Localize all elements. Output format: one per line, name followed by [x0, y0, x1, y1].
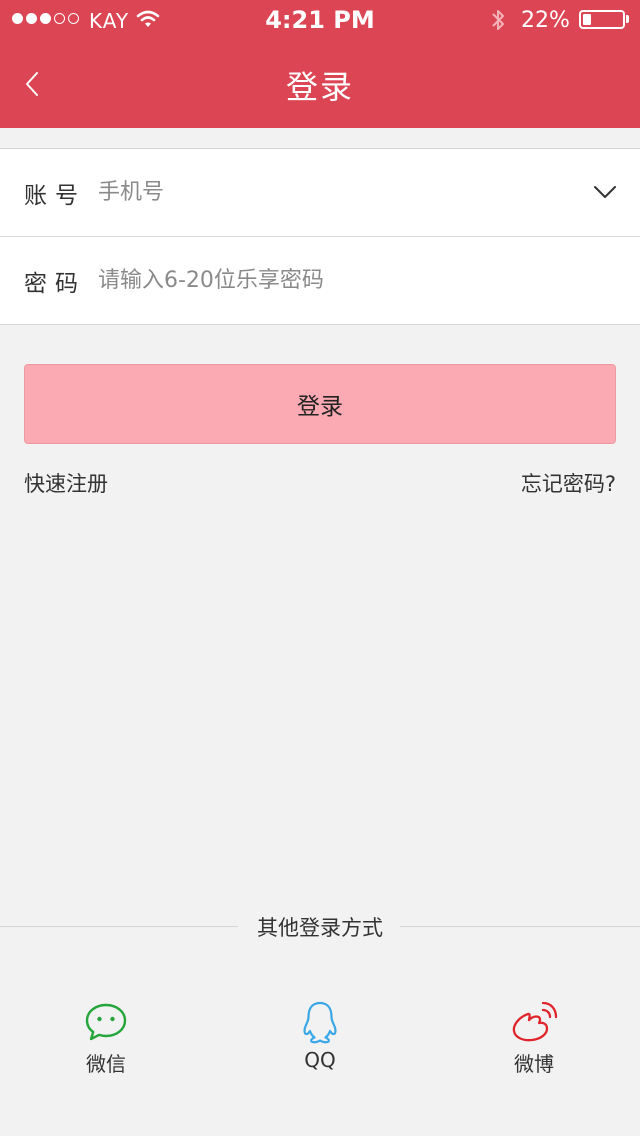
- qq-login-button[interactable]: QQ: [260, 1000, 380, 1072]
- weibo-login-button[interactable]: 微博: [474, 1000, 594, 1077]
- wechat-label: 微信: [86, 1052, 126, 1076]
- status-bar: KAY 4:21 PM 22%: [0, 0, 640, 40]
- battery-icon: [579, 10, 625, 29]
- bluetooth-icon: [490, 7, 506, 37]
- weibo-icon: [510, 1000, 558, 1044]
- battery-percentage: 22%: [521, 8, 570, 33]
- weibo-label: 微博: [514, 1052, 554, 1076]
- login-form: 账号 密码: [0, 148, 640, 325]
- page-title: 登录: [285, 68, 354, 106]
- account-input[interactable]: [98, 172, 570, 213]
- battery-cap: [626, 15, 629, 23]
- login-button[interactable]: 登录: [24, 364, 616, 444]
- wechat-login-button[interactable]: 微信: [46, 1000, 166, 1077]
- register-link[interactable]: 快速注册: [24, 468, 108, 498]
- qq-label: QQ: [304, 1048, 336, 1072]
- other-login-title: 其他登录方式: [257, 916, 383, 940]
- account-row: 账号: [0, 149, 640, 236]
- battery-level: [583, 14, 591, 25]
- password-input[interactable]: [98, 260, 570, 301]
- wechat-icon: [82, 1000, 130, 1044]
- forgot-password-link[interactable]: 忘记密码?: [521, 468, 616, 498]
- qq-icon: [296, 1000, 344, 1044]
- password-row: 密码: [0, 236, 640, 324]
- chevron-down-icon: [594, 186, 616, 198]
- password-label: 密码: [24, 270, 86, 297]
- account-label: 账号: [24, 182, 86, 209]
- header-bar: KAY 4:21 PM 22% 登录: [0, 0, 640, 128]
- account-dropdown-button[interactable]: [590, 177, 620, 207]
